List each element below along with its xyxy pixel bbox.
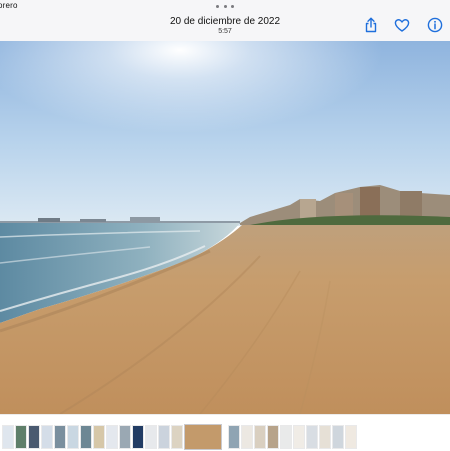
info-button[interactable] <box>427 17 443 33</box>
info-icon <box>427 17 443 33</box>
thumbnail[interactable] <box>15 425 27 449</box>
thumbnail[interactable] <box>241 425 253 449</box>
thumbnail[interactable] <box>280 425 292 449</box>
thumbnail[interactable] <box>228 425 240 449</box>
thumbnail[interactable] <box>332 425 344 449</box>
thumbnail[interactable] <box>319 425 331 449</box>
filmstrip <box>0 414 450 451</box>
photo-time: 5:57 <box>218 28 232 35</box>
thumbnail[interactable] <box>93 425 105 449</box>
thumbnail[interactable] <box>306 425 318 449</box>
thumbnail-current[interactable] <box>184 424 222 450</box>
beach-photo-image <box>0 41 450 414</box>
thumbnail[interactable] <box>28 425 40 449</box>
beach-photo[interactable] <box>0 41 450 414</box>
thumbnail[interactable] <box>41 425 53 449</box>
more-options-icon[interactable] <box>216 3 234 9</box>
thumbnail[interactable] <box>267 425 279 449</box>
thumbnail[interactable] <box>145 425 157 449</box>
photo-date: 20 de diciembre de 2022 <box>169 16 281 27</box>
share-button[interactable] <box>363 17 379 33</box>
thumbnail[interactable] <box>158 425 170 449</box>
dot <box>223 4 227 8</box>
share-icon <box>365 17 377 33</box>
back-button[interactable]: orero <box>0 1 18 10</box>
photo-toolbar: orero 20 de diciembre de 2022 5:57 <box>0 0 450 42</box>
thumbnail[interactable] <box>67 425 79 449</box>
thumbnail[interactable] <box>80 425 92 449</box>
thumbnail[interactable] <box>132 425 144 449</box>
thumbnail[interactable] <box>54 425 66 449</box>
heart-icon <box>394 19 410 32</box>
dot <box>216 4 219 8</box>
dot <box>231 4 234 8</box>
favorite-button[interactable] <box>394 17 410 33</box>
thumbnail[interactable] <box>254 425 266 449</box>
thumbnail[interactable] <box>106 425 118 449</box>
thumbnail[interactable] <box>2 425 14 449</box>
thumbnail[interactable] <box>293 425 305 449</box>
thumbnail[interactable] <box>171 425 183 449</box>
thumbnail[interactable] <box>119 425 131 449</box>
thumbnail[interactable] <box>345 425 357 449</box>
